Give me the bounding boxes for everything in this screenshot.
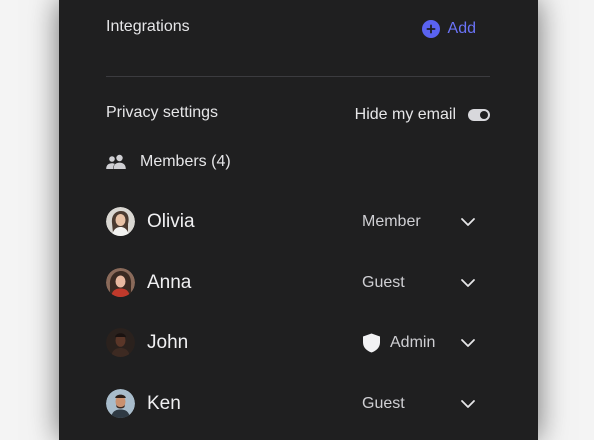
role-label: Guest [362, 395, 405, 412]
toggle-knob [480, 111, 488, 119]
integrations-row: Integrations Add [106, 18, 476, 40]
add-label: Add [447, 20, 476, 37]
avatar [106, 389, 135, 418]
integrations-title: Integrations [106, 18, 190, 35]
privacy-settings-title: Privacy settings [106, 104, 219, 121]
shield-icon [363, 333, 380, 353]
avatar [106, 268, 135, 297]
role-select[interactable]: Admin [362, 328, 476, 358]
chevron-down-icon [461, 400, 475, 408]
role-label: Admin [390, 334, 436, 351]
members-header: Members (4) [106, 151, 231, 173]
avatar [106, 207, 135, 236]
hide-email-setting: Hide my email [355, 104, 490, 126]
hide-email-toggle[interactable] [468, 109, 490, 121]
chevron-down-icon [461, 339, 475, 347]
people-icon [106, 154, 126, 169]
hide-email-label: Hide my email [354, 106, 456, 123]
role-select[interactable]: Member [362, 207, 476, 237]
role-label: Guest [362, 274, 405, 291]
plus-circle-icon [421, 20, 440, 38]
add-integration-button[interactable]: Add [421, 18, 476, 40]
member-row: John Admin [106, 328, 476, 358]
member-row: Olivia Member [106, 207, 476, 237]
divider [106, 76, 490, 77]
members-label: Members (4) [140, 153, 231, 170]
member-row: Ken Guest [106, 389, 476, 419]
avatar [106, 328, 135, 357]
member-name: Anna [147, 272, 192, 293]
role-select[interactable]: Guest [362, 268, 476, 298]
settings-panel: Integrations Add Privacy settings Hide m… [59, 0, 538, 440]
member-name: Olivia [147, 211, 195, 232]
member-name: John [147, 332, 189, 353]
role-select[interactable]: Guest [362, 389, 476, 419]
member-name: Ken [147, 393, 181, 414]
chevron-down-icon [461, 279, 475, 287]
role-label: Member [362, 213, 421, 230]
chevron-down-icon [461, 218, 475, 226]
member-row: Anna Guest [106, 268, 476, 298]
